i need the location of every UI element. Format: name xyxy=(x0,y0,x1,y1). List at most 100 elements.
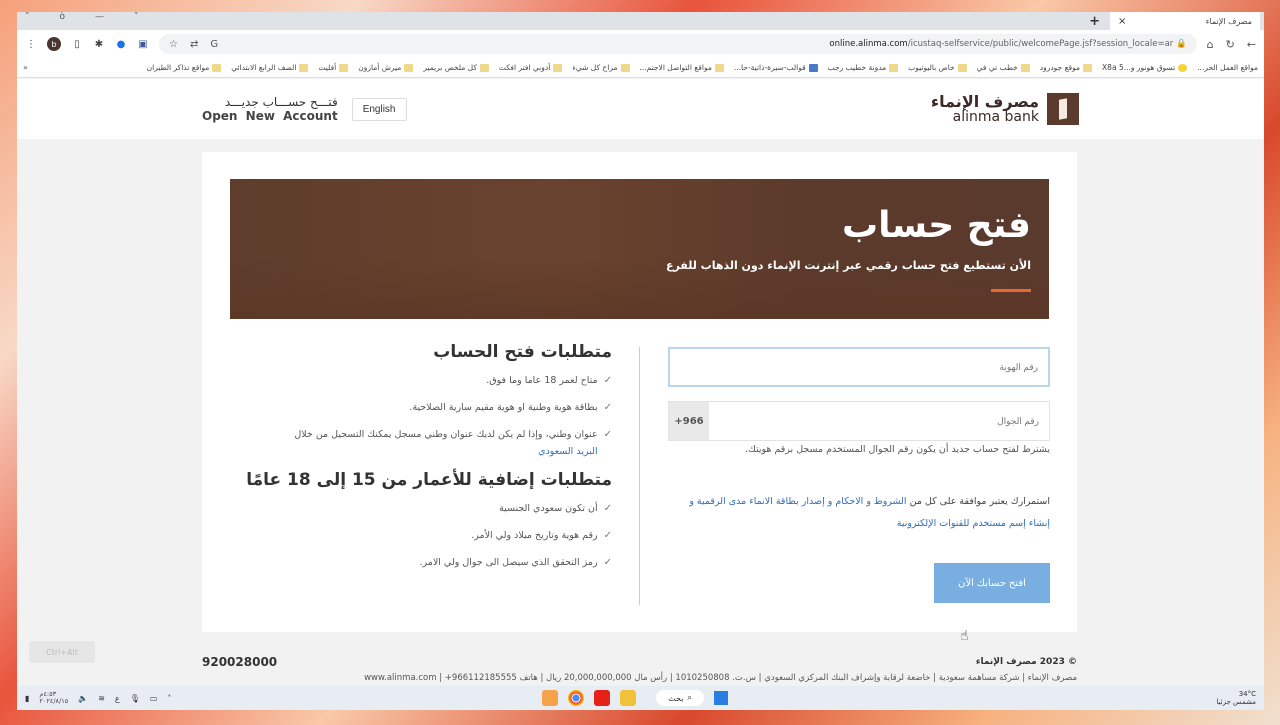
window-control[interactable]: — xyxy=(95,12,104,22)
window-control[interactable]: ˄ xyxy=(25,12,30,22)
folder-icon xyxy=(957,63,967,72)
clock[interactable]: ٤:٥٣م ٢٠٢٤/٨/١٥ xyxy=(39,691,68,705)
language-button[interactable]: English xyxy=(351,97,407,121)
requirement-item: ✓ متاح لعمر 18 عاما وما فوق. xyxy=(232,372,612,389)
microphone-icon[interactable]: 🎙 xyxy=(130,694,140,703)
reload-icon[interactable]: ↻ xyxy=(1226,38,1235,51)
url-host: online.alinma.com xyxy=(829,39,908,49)
extensions-puzzle-icon[interactable]: ✱ xyxy=(93,38,105,50)
profile-avatar[interactable]: b xyxy=(47,37,61,51)
window-control[interactable]: ò xyxy=(60,12,66,22)
bookmark-item[interactable]: خاص باليوتيوب xyxy=(908,63,967,72)
volume-icon[interactable]: 🔈 xyxy=(78,694,88,703)
folder-icon xyxy=(620,63,630,72)
app-icon[interactable] xyxy=(542,690,558,706)
chevron-up-icon[interactable]: ˄ xyxy=(167,694,171,703)
mobile-input[interactable] xyxy=(709,402,1049,440)
folder-icon xyxy=(1020,63,1030,72)
windows-taskbar: ▮ ٤:٥٣م ٢٠٢٤/٨/١٥ 🔈 ≋ ع 🎙 ▭ ˄ بحث ⌕ 34°C… xyxy=(17,686,1264,710)
browser-toolbar: ⋮ b ▯ ✱ ● ▣ ☆ ⇄ G online.alinma.com/icus… xyxy=(17,30,1264,58)
address-bar[interactable]: ☆ ⇄ G online.alinma.com/icustaq-selfserv… xyxy=(159,34,1197,54)
hand-cursor-icon: ☝ xyxy=(960,628,969,644)
home-icon[interactable]: ⌂ xyxy=(1207,38,1214,51)
translate-icon[interactable]: ⇄ xyxy=(190,39,198,50)
saudi-post-link[interactable]: البريد السعودي xyxy=(538,446,597,457)
alinma-logo[interactable]: مصرف الإنماء alinma bank xyxy=(931,93,1079,125)
overlay-shortcut-button[interactable]: Ctrl+Alt xyxy=(29,641,95,663)
reading-list-icon[interactable]: ▯ xyxy=(71,38,83,50)
bookmark-item[interactable]: كل ملخص بريمير xyxy=(423,63,489,72)
smiley-icon xyxy=(1178,63,1188,72)
national-id-input[interactable] xyxy=(668,347,1050,387)
windows-start-icon[interactable] xyxy=(714,691,728,705)
new-tab-button[interactable]: + xyxy=(1089,14,1100,29)
bookmark-item[interactable]: ميرش أمازون xyxy=(358,63,414,72)
requirements-title: متطلبات فتح الحساب xyxy=(433,342,612,362)
requirement-item: ✓ بطاقة هوية وطنية او هوية مقيم سارية ال… xyxy=(232,399,612,416)
bookmarks-bar: مواقع العمل الحر... تسوق هونور و...5 X8a… xyxy=(17,58,1264,78)
contact-phone[interactable]: 920028000 xyxy=(202,655,277,669)
window-control[interactable]: ˅ xyxy=(134,12,139,22)
browser-tab[interactable]: مصرف الإنماء × xyxy=(1110,12,1260,30)
open-account-ar: فتـــح حســـاب جديـــد xyxy=(224,95,338,109)
check-icon: ✓ xyxy=(603,557,612,568)
tab-title: مصرف الإنماء xyxy=(1205,16,1252,26)
display-icon[interactable]: ▭ xyxy=(150,694,158,703)
hero-banner: فتح حساب الأن تستطيع فتح حساب رقمي عبر إ… xyxy=(230,179,1049,319)
close-tab-icon[interactable]: × xyxy=(1118,16,1126,27)
folder-icon xyxy=(714,63,724,72)
open-new-account-link[interactable]: فتـــح حســـاب جديـــد Open New Account xyxy=(202,95,338,123)
folder-icon xyxy=(1083,63,1093,72)
additional-requirement-item: ✓ رقم هوية وتاريخ ميلاد ولي الأمر. xyxy=(232,527,612,544)
bookmark-item[interactable]: أفليت xyxy=(318,63,349,72)
wifi-icon[interactable]: ≋ xyxy=(98,694,105,703)
bookmark-item[interactable]: مواقع التواصل الاجتم... xyxy=(640,63,724,72)
taskbar-search[interactable]: بحث ⌕ xyxy=(656,690,704,706)
page-content: فتـــح حســـاب جديـــد Open New Account … xyxy=(17,79,1264,709)
extension-blue-icon[interactable]: ● xyxy=(115,38,127,50)
mobile-note: يشترط لفتح حساب جديد أن يكون رقم الجوال … xyxy=(744,444,1050,455)
logo-door-icon xyxy=(1047,93,1079,125)
menu-kebab-icon[interactable]: ⋮ xyxy=(25,38,37,50)
bookmarks-overflow-icon[interactable]: « xyxy=(23,63,28,72)
check-icon: ✓ xyxy=(603,402,612,413)
bookmark-item[interactable]: موقع جودرود xyxy=(1040,63,1093,72)
chrome-icon[interactable] xyxy=(568,690,584,706)
open-account-now-button[interactable]: افتح حسابك الآن xyxy=(934,563,1050,603)
youtube-icon[interactable] xyxy=(594,690,610,706)
language-indicator-icon[interactable]: ع xyxy=(115,694,120,703)
bookmark-item[interactable]: مواقع تذاكر الطيران xyxy=(147,63,222,72)
logo-text-ar: مصرف الإنماء xyxy=(930,92,1039,111)
weather-text: مشمس جزئيا xyxy=(1216,698,1256,706)
url-text[interactable]: online.alinma.com/icustaq-selfservice/pu… xyxy=(829,39,1186,49)
bookmark-item[interactable]: قوالب-سيرة-ذاتية-حا... xyxy=(734,63,818,72)
bookmark-item[interactable]: مواقع العمل الحر... xyxy=(1197,63,1258,72)
window-controls: ˄ ò — ˅ xyxy=(25,12,139,22)
bookmark-item[interactable]: خطب تي في xyxy=(977,63,1030,72)
requirement-item: ✓ عنوان وطني، وإذا لم يكن لديك عنوان وطن… xyxy=(232,426,612,460)
extension-translate-icon[interactable]: ▣ xyxy=(137,38,149,50)
file-explorer-icon[interactable] xyxy=(620,690,636,706)
terms-prefix: استمرارك يعتبر موافقة على كل من xyxy=(909,496,1050,507)
weather-widget[interactable]: 34°C مشمس جزئيا xyxy=(1216,690,1256,706)
back-arrow-icon[interactable]: ← xyxy=(1247,38,1256,51)
site-header: فتـــح حســـاب جديـــد Open New Account … xyxy=(17,79,1264,139)
bookmark-star-icon[interactable]: ☆ xyxy=(169,39,178,50)
bookmark-item[interactable]: تسوق هونور و...5 X8a xyxy=(1102,63,1188,72)
folder-icon xyxy=(404,63,414,72)
check-icon: ✓ xyxy=(603,503,612,514)
notification-icon[interactable]: ▮ xyxy=(25,694,29,703)
folder-icon xyxy=(479,63,489,72)
lock-icon[interactable]: 🔒 xyxy=(1176,39,1187,49)
bookmark-item[interactable]: أدوبي افتر افكت xyxy=(499,63,563,72)
bookmark-item[interactable]: مدونة خطيب رجب xyxy=(828,63,899,72)
system-tray: ▮ ٤:٥٣م ٢٠٢٤/٨/١٥ 🔈 ≋ ع 🎙 ▭ ˄ xyxy=(25,691,171,705)
bookmark-item[interactable]: مراح كل شيء xyxy=(572,63,630,72)
requirements-section: متطلبات فتح الحساب ✓ متاح لعمر 18 عاما و… xyxy=(232,342,612,581)
folder-icon xyxy=(553,63,563,72)
bookmark-item[interactable]: الصف الرابع الابتدائي xyxy=(231,63,309,72)
check-icon: ✓ xyxy=(603,429,612,440)
check-icon: ✓ xyxy=(603,375,612,386)
logo-text-en: alinma bank xyxy=(952,109,1039,125)
google-lens-icon[interactable]: G xyxy=(210,39,218,50)
